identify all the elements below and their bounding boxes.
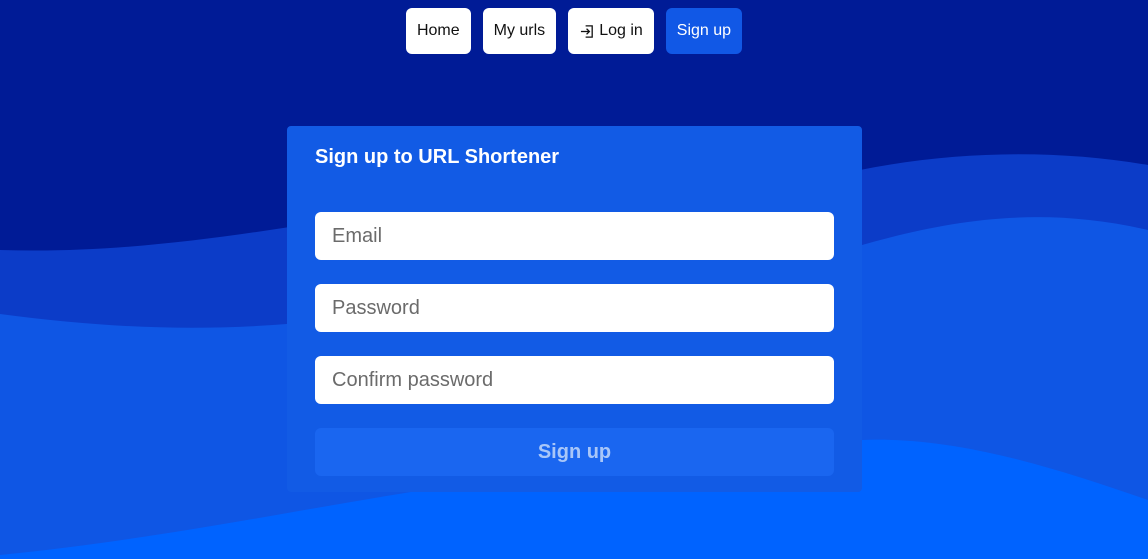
nav-signup-button[interactable]: Sign up: [665, 8, 743, 54]
nav-signup-label: Sign up: [676, 22, 732, 39]
email-input[interactable]: [315, 212, 834, 260]
password-input[interactable]: [315, 284, 834, 332]
nav-home-label: Home: [416, 22, 460, 39]
confirm-password-input[interactable]: [315, 356, 834, 404]
signup-card: Sign up to URL Shortener Sign up: [287, 126, 862, 492]
login-icon: [579, 23, 595, 39]
nav-my-urls-label: My urls: [493, 22, 546, 39]
nav-my-urls-button[interactable]: My urls: [482, 8, 557, 54]
nav-login-label: Log in: [599, 22, 643, 39]
nav-home-button[interactable]: Home: [405, 8, 471, 54]
top-nav: Home My urls Log in Sign up: [0, 8, 1148, 54]
nav-login-button[interactable]: Log in: [568, 8, 654, 54]
signup-submit-button[interactable]: Sign up: [315, 428, 834, 476]
signup-title: Sign up to URL Shortener: [315, 146, 560, 168]
